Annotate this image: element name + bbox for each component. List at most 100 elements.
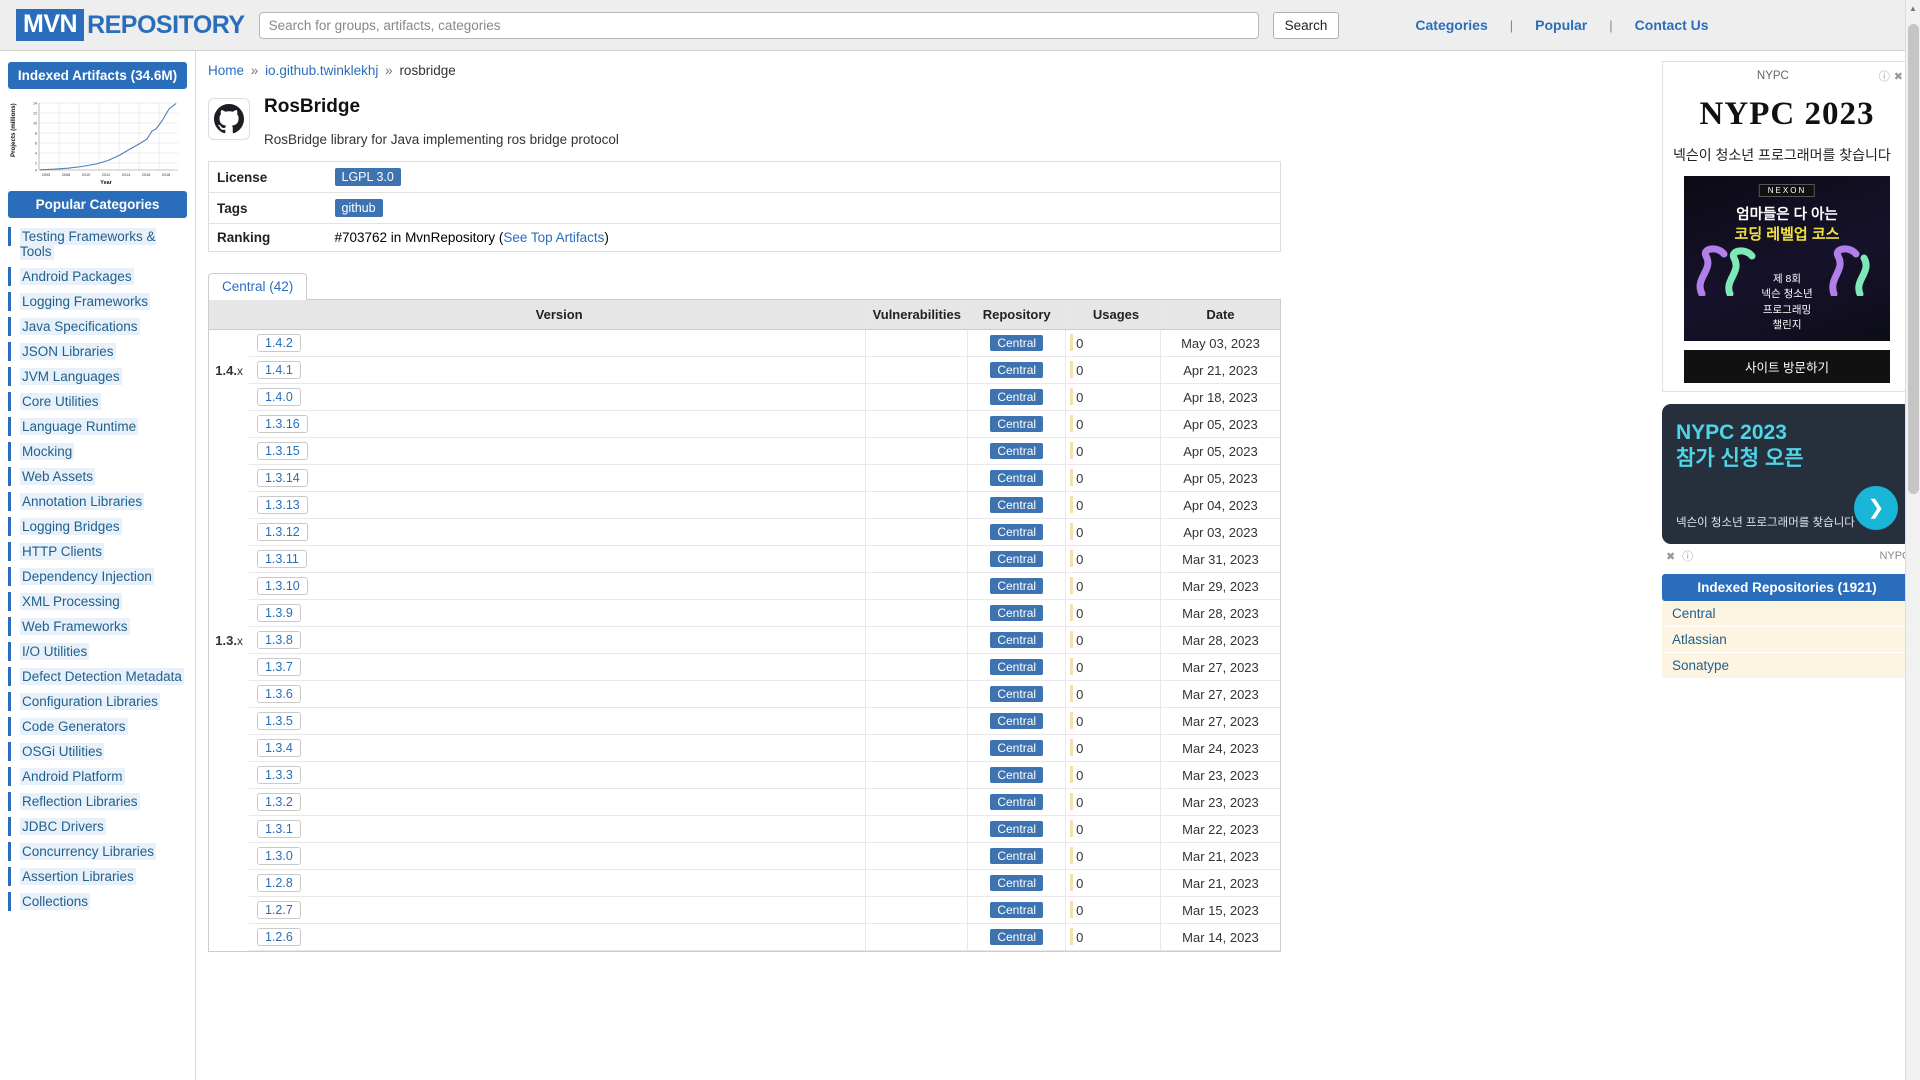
repository-link[interactable]: Central <box>990 605 1044 621</box>
version-link[interactable]: 1.3.12 <box>256 523 308 541</box>
repository-item-atlassian[interactable]: Atlassian <box>1662 626 1912 653</box>
ad1-creative-image[interactable]: NEXON 엄마들은 다 아는 코딩 레벨업 코스 제 8회 넥슨 청소년 프로그래… <box>1684 176 1890 341</box>
sidebar-category-code-generators[interactable]: Code Generators <box>0 714 195 739</box>
version-link[interactable]: 1.3.14 <box>256 469 308 487</box>
repository-link[interactable]: Central <box>990 848 1044 864</box>
search-input[interactable] <box>258 11 1259 39</box>
tag-badge-github[interactable]: github <box>334 199 383 217</box>
sidebar-category-testing-frameworks-tools[interactable]: Testing Frameworks & Tools <box>0 224 195 264</box>
repository-link[interactable]: Central <box>990 767 1044 783</box>
sidebar-category-jvm-languages[interactable]: JVM Languages <box>0 364 195 389</box>
sidebar-category-collections[interactable]: Collections <box>0 889 195 914</box>
repository-link[interactable]: Central <box>990 821 1044 837</box>
repository-link[interactable]: Central <box>990 362 1044 378</box>
repository-link[interactable]: Central <box>990 497 1044 513</box>
sidebar-category-reflection-libraries[interactable]: Reflection Libraries <box>0 789 195 814</box>
breadcrumb-group[interactable]: io.github.twinklekhj <box>265 63 378 78</box>
sidebar-category-logging-bridges[interactable]: Logging Bridges <box>0 514 195 539</box>
version-link[interactable]: 1.2.8 <box>256 874 301 892</box>
version-link[interactable]: 1.3.16 <box>256 415 308 433</box>
close-icon[interactable]: ✖ <box>1664 551 1677 563</box>
version-link[interactable]: 1.2.6 <box>256 928 301 946</box>
sidebar-category-configuration-libraries[interactable]: Configuration Libraries <box>0 689 195 714</box>
scroll-up-arrow[interactable]: ▲ <box>1909 4 1917 13</box>
chevron-right-icon[interactable]: ❯ <box>1854 485 1898 530</box>
version-link[interactable]: 1.4.2 <box>256 334 301 352</box>
version-link[interactable]: 1.4.1 <box>256 361 301 379</box>
sidebar-category-mocking[interactable]: Mocking <box>0 439 195 464</box>
repository-link[interactable]: Central <box>990 470 1044 486</box>
site-logo[interactable]: MVN REPOSITORY <box>16 9 245 41</box>
repository-link[interactable]: Central <box>990 524 1044 540</box>
repository-link[interactable]: Central <box>990 740 1044 756</box>
sidebar-category-dependency-injection[interactable]: Dependency Injection <box>0 564 195 589</box>
nav-link-categories[interactable]: Categories <box>1393 17 1509 33</box>
close-icon[interactable]: ✖ <box>1892 70 1905 83</box>
sidebar-category-osgi-utilities[interactable]: OSGi Utilities <box>0 739 195 764</box>
page-scrollbar[interactable]: ▲ <box>1905 0 1920 1080</box>
repository-link[interactable]: Central <box>990 686 1044 702</box>
version-link[interactable]: 1.3.7 <box>256 658 301 676</box>
nav-link-popular[interactable]: Popular <box>1513 17 1609 33</box>
version-link[interactable]: 1.4.0 <box>256 388 301 406</box>
repository-link[interactable]: Central <box>990 875 1044 891</box>
search-button[interactable]: Search <box>1272 11 1340 39</box>
sidebar-category-defect-detection-metadata[interactable]: Defect Detection Metadata <box>0 664 195 689</box>
version-link[interactable]: 1.2.7 <box>256 901 301 919</box>
repository-item-sonatype[interactable]: Sonatype <box>1662 652 1912 679</box>
sidebar-category-jdbc-drivers[interactable]: JDBC Drivers <box>0 814 195 839</box>
repository-link[interactable]: Central <box>990 632 1044 648</box>
tab-central[interactable]: Central (42) <box>208 273 308 300</box>
version-link[interactable]: 1.3.9 <box>256 604 301 622</box>
repository-link[interactable]: Central <box>990 551 1044 567</box>
repository-link[interactable]: Central <box>990 416 1044 432</box>
version-link[interactable]: 1.3.13 <box>256 496 308 514</box>
license-badge[interactable]: LGPL 3.0 <box>334 168 401 186</box>
breadcrumb-home[interactable]: Home <box>208 63 244 78</box>
repository-link[interactable]: Central <box>990 578 1044 594</box>
repository-link[interactable]: Central <box>990 713 1044 729</box>
repository-link[interactable]: Central <box>990 659 1044 675</box>
ad1-cta-button[interactable]: 사이트 방문하기 <box>1684 350 1890 383</box>
version-link[interactable]: 1.3.8 <box>256 631 301 649</box>
repository-link[interactable]: Central <box>990 794 1044 810</box>
info-icon[interactable]: ⓘ <box>1877 68 1892 84</box>
sidebar-category-http-clients[interactable]: HTTP Clients <box>0 539 195 564</box>
version-link[interactable]: 1.3.2 <box>256 793 301 811</box>
repository-link[interactable]: Central <box>990 929 1044 945</box>
sidebar-category-io-utilities[interactable]: I/O Utilities <box>0 639 195 664</box>
version-link[interactable]: 1.3.6 <box>256 685 301 703</box>
repository-link[interactable]: Central <box>990 335 1044 351</box>
info-icon[interactable]: ⓘ <box>1680 551 1695 563</box>
version-link[interactable]: 1.3.4 <box>256 739 301 757</box>
advertisement-panel-2[interactable]: NYPC 2023 참가 신청 오픈 넥슨이 청소년 프로그래머를 찾습니다 ❯ <box>1662 404 1912 544</box>
sidebar-category-language-runtime[interactable]: Language Runtime <box>0 414 195 439</box>
sidebar-category-core-utilities[interactable]: Core Utilities <box>0 389 195 414</box>
version-link[interactable]: 1.3.5 <box>256 712 301 730</box>
sidebar-category-json-libraries[interactable]: JSON Libraries <box>0 339 195 364</box>
sidebar-category-web-assets[interactable]: Web Assets <box>0 464 195 489</box>
version-link[interactable]: 1.3.3 <box>256 766 301 784</box>
sidebar-category-assertion-libraries[interactable]: Assertion Libraries <box>0 864 195 889</box>
scrollbar-thumb[interactable] <box>1908 24 1919 494</box>
sidebar-category-annotation-libraries[interactable]: Annotation Libraries <box>0 489 195 514</box>
sidebar-category-logging-frameworks[interactable]: Logging Frameworks <box>0 289 195 314</box>
see-top-artifacts-link[interactable]: See Top Artifacts <box>503 230 604 245</box>
nav-link-contact-us[interactable]: Contact Us <box>1613 17 1731 33</box>
repository-link[interactable]: Central <box>990 902 1044 918</box>
version-link[interactable]: 1.3.10 <box>256 577 308 595</box>
sidebar-category-web-frameworks[interactable]: Web Frameworks <box>0 614 195 639</box>
sidebar-category-xml-processing[interactable]: XML Processing <box>0 589 195 614</box>
version-link[interactable]: 1.3.0 <box>256 847 301 865</box>
version-cell: 1.2.8 <box>248 869 866 897</box>
repository-link[interactable]: Central <box>990 443 1044 459</box>
sidebar-category-java-specifications[interactable]: Java Specifications <box>0 314 195 339</box>
sidebar-category-concurrency-libraries[interactable]: Concurrency Libraries <box>0 839 195 864</box>
version-link[interactable]: 1.3.11 <box>256 550 307 568</box>
repository-item-central[interactable]: Central <box>1662 600 1912 627</box>
repository-link[interactable]: Central <box>990 389 1044 405</box>
sidebar-category-android-packages[interactable]: Android Packages <box>0 264 195 289</box>
version-link[interactable]: 1.3.15 <box>256 442 308 460</box>
version-link[interactable]: 1.3.1 <box>256 820 301 838</box>
sidebar-category-android-platform[interactable]: Android Platform <box>0 764 195 789</box>
